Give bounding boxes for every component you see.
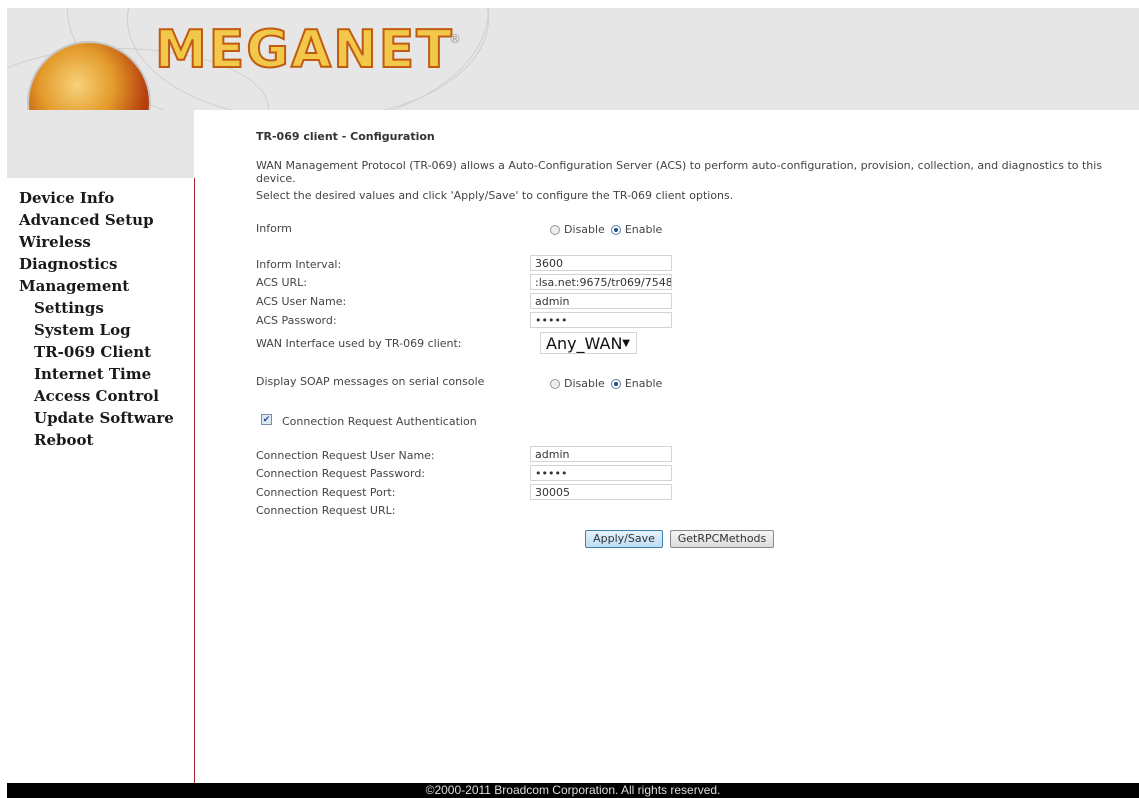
check-icon: ✔ <box>262 415 271 425</box>
acs-username-label: ACS User Name: <box>256 295 347 308</box>
soap-label: Display SOAP messages on serial console <box>256 375 485 388</box>
acs-password-input[interactable]: ••••• <box>530 312 672 328</box>
sidebar-item-access-control[interactable]: Access Control <box>19 385 174 407</box>
soap-enable-radio[interactable] <box>610 378 621 389</box>
apply-save-button[interactable]: Apply/Save <box>585 530 663 548</box>
sidebar-header-block <box>7 110 194 178</box>
conn-password-input[interactable]: ••••• <box>530 465 672 481</box>
conn-url-label: Connection Request URL: <box>256 504 396 517</box>
conn-port-input[interactable]: 30005 <box>530 484 672 500</box>
chevron-down-icon: ▼ <box>622 338 630 349</box>
inform-enable-label: Enable <box>624 223 663 236</box>
conn-auth-checkbox[interactable]: ✔ <box>261 414 272 425</box>
inform-radio-group: Disable Enable <box>550 223 662 236</box>
inform-interval-label: Inform Interval: <box>256 258 342 271</box>
conn-port-label: Connection Request Port: <box>256 486 396 499</box>
acs-url-input[interactable]: :lsa.net:9675/tr069/7548 <box>530 274 672 290</box>
inform-disable-radio[interactable] <box>550 224 560 235</box>
sidebar-item-settings[interactable]: Settings <box>19 297 174 319</box>
inform-enable-radio[interactable] <box>610 224 621 235</box>
footer-copyright: ©2000-2011 Broadcom Corporation. All rig… <box>7 783 1139 798</box>
sidebar-item-management[interactable]: Management <box>19 275 174 297</box>
soap-disable-radio[interactable] <box>550 378 560 389</box>
sidebar-item-system-log[interactable]: System Log <box>19 319 174 341</box>
sidebar-item-advanced-setup[interactable]: Advanced Setup <box>19 209 174 231</box>
sidebar-item-update-software[interactable]: Update Software <box>19 407 174 429</box>
wan-interface-select[interactable]: Any_WAN ▼ <box>540 332 637 354</box>
conn-password-label: Connection Request Password: <box>256 467 426 480</box>
soap-disable-label: Disable <box>564 377 605 390</box>
sidebar-item-internet-time[interactable]: Internet Time <box>19 363 174 385</box>
get-rpc-methods-button[interactable]: GetRPCMethods <box>670 530 774 548</box>
brand-logo: MEGANET <box>154 19 454 81</box>
sidebar-nav: Device Info Advanced Setup Wireless Diag… <box>19 187 174 451</box>
page-instruction: Select the desired values and click 'App… <box>256 189 734 202</box>
conn-username-input[interactable]: admin <box>530 446 672 462</box>
soap-radio-group: Disable Enable <box>550 377 662 390</box>
registered-mark: ® <box>449 32 461 46</box>
inform-label: Inform <box>256 222 292 235</box>
acs-url-label: ACS URL: <box>256 276 308 289</box>
acs-password-label: ACS Password: <box>256 314 337 327</box>
inform-disable-label: Disable <box>564 223 605 236</box>
wan-interface-value: Any_WAN <box>546 334 623 353</box>
sidebar-item-wireless[interactable]: Wireless <box>19 231 174 253</box>
conn-username-label: Connection Request User Name: <box>256 449 435 462</box>
header-banner: MEGANET ® <box>7 8 1139 110</box>
conn-auth-label: Connection Request Authentication <box>282 415 477 428</box>
inform-interval-input[interactable]: 3600 <box>530 255 672 271</box>
acs-username-input[interactable]: admin <box>530 293 672 309</box>
sidebar-item-reboot[interactable]: Reboot <box>19 429 174 451</box>
sidebar-item-tr069-client[interactable]: TR-069 Client <box>19 341 174 363</box>
page-title: TR-069 client - Configuration <box>256 130 435 143</box>
page-description: WAN Management Protocol (TR-069) allows … <box>256 159 1103 185</box>
soap-enable-label: Enable <box>624 377 663 390</box>
sidebar-item-diagnostics[interactable]: Diagnostics <box>19 253 174 275</box>
sidebar-item-device-info[interactable]: Device Info <box>19 187 174 209</box>
wan-interface-label: WAN Interface used by TR-069 client: <box>256 337 462 350</box>
